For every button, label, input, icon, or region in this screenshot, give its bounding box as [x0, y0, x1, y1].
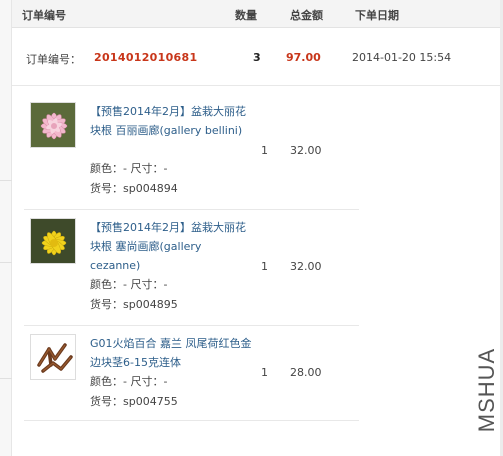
- lily-tuber-icon[interactable]: [30, 334, 76, 380]
- watermark: MSHUA: [474, 340, 499, 440]
- rail-divider: [0, 262, 12, 263]
- pink-dahlia-icon[interactable]: [30, 102, 76, 148]
- left-rail: [0, 0, 12, 456]
- order-date: 2014-01-20 15:54: [352, 51, 452, 64]
- item-qty: 1: [261, 260, 268, 273]
- item-name[interactable]: 【预售2014年2月】盆栽大丽花块根 塞尚画廊(gallery cezanne): [90, 218, 252, 275]
- yellow-dahlia-icon[interactable]: [30, 218, 76, 264]
- header-qty: 数量: [235, 9, 257, 22]
- table-header: 订单编号 数量 总金额 下单日期: [12, 0, 503, 28]
- watermark-text: MSHUA: [474, 347, 499, 433]
- item-attrs: 颜色：- 尺寸：-: [90, 375, 168, 388]
- item-price: 32.00: [290, 260, 322, 273]
- item-sku: 货号：sp004894: [90, 182, 178, 195]
- rail-divider: [0, 378, 12, 379]
- item-sku: 货号：sp004895: [90, 298, 178, 311]
- order-item: G01火焰百合 嘉兰 凤尾荷红色金边块茎6-15克连体 颜色：- 尺寸：- 货号…: [24, 326, 359, 421]
- order-qty: 3: [253, 51, 261, 64]
- item-qty: 1: [261, 366, 268, 379]
- order-table: 订单编号 数量 总金额 下单日期 订单编号： 2014012010681 3 9…: [12, 0, 503, 456]
- item-sku: 货号：sp004755: [90, 395, 178, 408]
- item-price: 28.00: [290, 366, 322, 379]
- item-attrs: 颜色：- 尺寸：-: [90, 162, 168, 175]
- header-date: 下单日期: [355, 9, 399, 22]
- order-summary-row: 订单编号： 2014012010681 3 97.00 2014-01-20 1…: [12, 28, 503, 86]
- order-item: 【预售2014年2月】盆栽大丽花块根 百丽画廊(gallery bellini)…: [24, 94, 359, 210]
- item-name[interactable]: G01火焰百合 嘉兰 凤尾荷红色金边块茎6-15克连体: [90, 334, 252, 372]
- order-total: 97.00: [286, 51, 321, 64]
- order-item: 【预售2014年2月】盆栽大丽花块根 塞尚画廊(gallery cezanne)…: [24, 210, 359, 326]
- header-total: 总金额: [290, 9, 323, 22]
- rail-divider: [0, 180, 12, 181]
- item-name[interactable]: 【预售2014年2月】盆栽大丽花块根 百丽画廊(gallery bellini): [90, 102, 252, 140]
- item-price: 32.00: [290, 144, 322, 157]
- item-attrs: 颜色：- 尺寸：-: [90, 278, 168, 291]
- order-number[interactable]: 2014012010681: [94, 51, 197, 64]
- header-order-no: 订单编号: [22, 9, 66, 22]
- item-qty: 1: [261, 144, 268, 157]
- order-number-label: 订单编号：: [26, 53, 81, 66]
